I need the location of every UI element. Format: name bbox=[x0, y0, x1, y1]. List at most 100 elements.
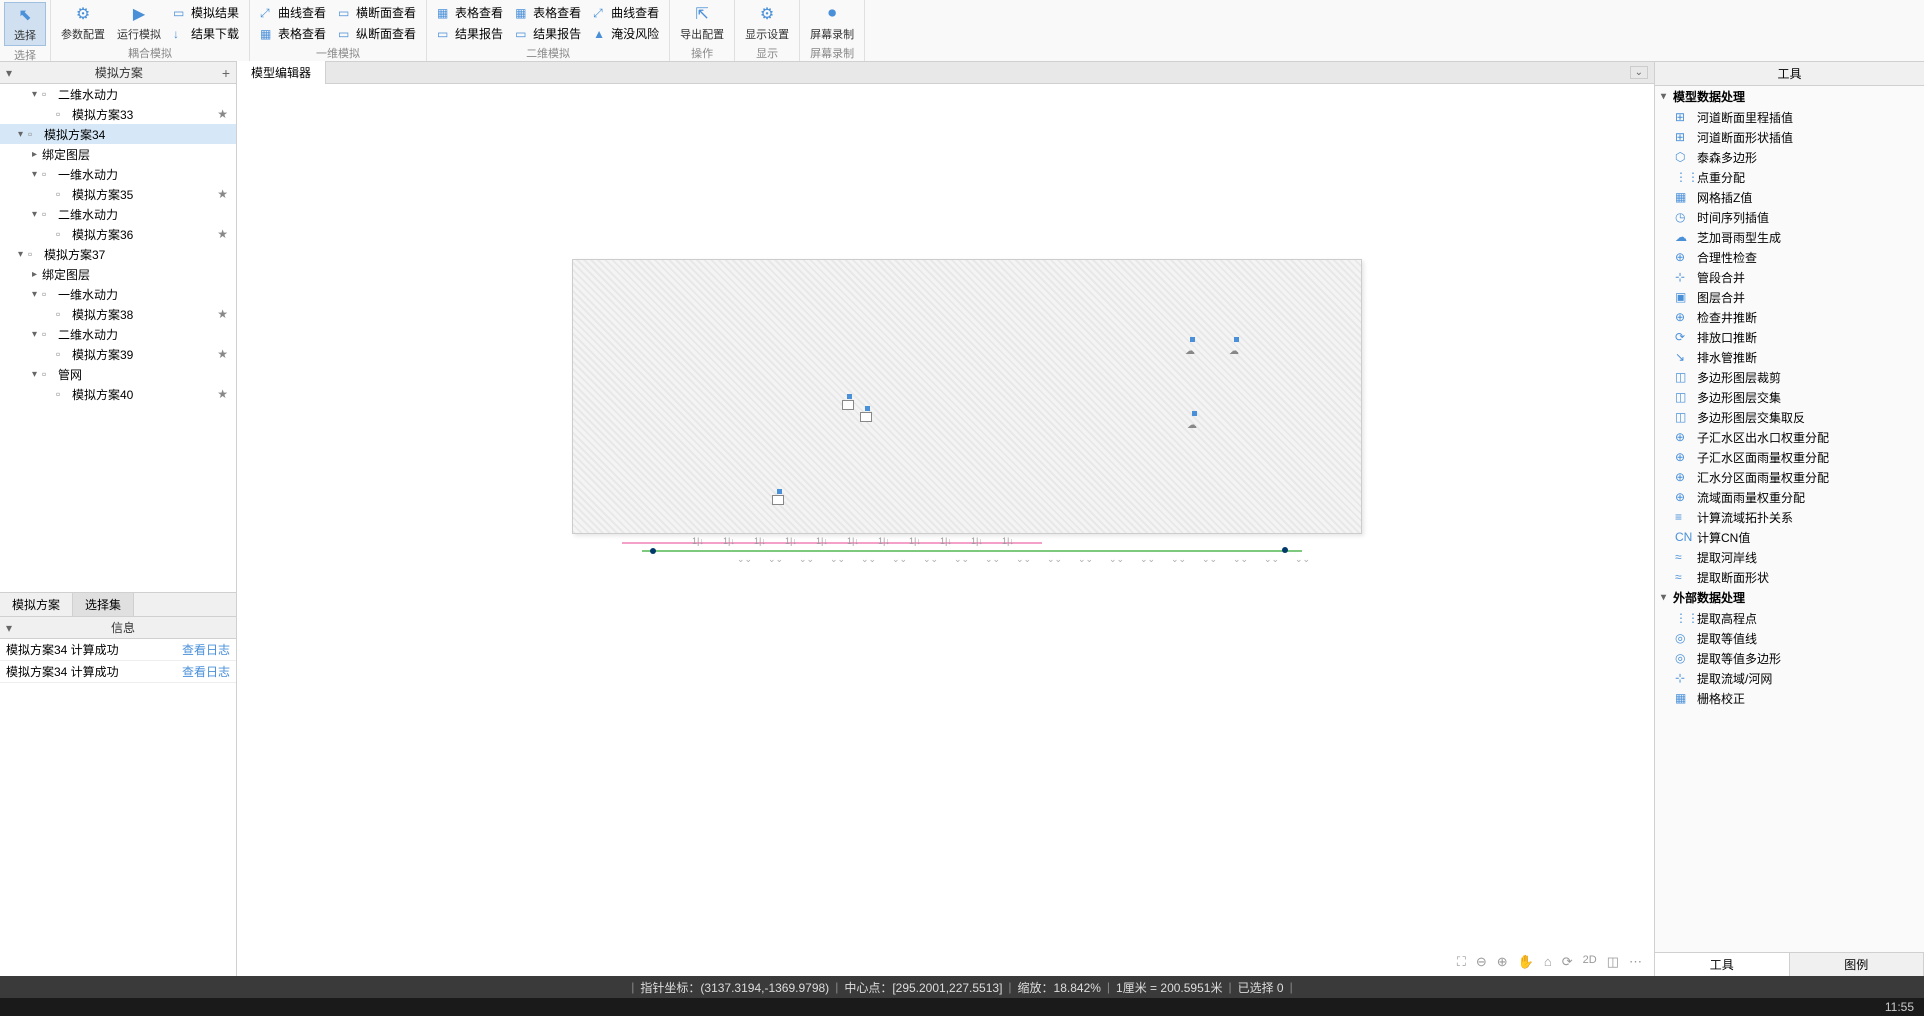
zoom-out-icon[interactable]: ⊖ bbox=[1476, 954, 1487, 970]
node-scheme-33[interactable]: ▫模拟方案33★ bbox=[0, 104, 236, 124]
result-report-2d-b[interactable]: ▭结果报告 bbox=[509, 23, 587, 44]
right-tab[interactable]: 工具 bbox=[1655, 953, 1790, 976]
tools-group-header[interactable]: ▾模型数据处理 bbox=[1655, 86, 1924, 107]
tree-expander-icon[interactable]: ▾ bbox=[32, 169, 42, 180]
star-icon[interactable]: ★ bbox=[217, 307, 228, 321]
node-scheme-35[interactable]: ▫模拟方案35★ bbox=[0, 184, 236, 204]
tool-poly-intersect[interactable]: ◫多边形图层交集 bbox=[1655, 387, 1924, 407]
node-2d-hydro-34[interactable]: ▾▫二维水动力 bbox=[0, 204, 236, 224]
tool-poly-diff[interactable]: ◫多边形图层交集取反 bbox=[1655, 407, 1924, 427]
tool-subcatch-rain[interactable]: ⊕子汇水区面雨量权重分配 bbox=[1655, 447, 1924, 467]
home-icon[interactable]: ⌂ bbox=[1544, 954, 1552, 970]
canvas-node[interactable]: ☁ bbox=[1187, 411, 1201, 425]
fit-extent-icon[interactable]: ⛶ bbox=[1457, 954, 1466, 970]
pan-icon[interactable]: ✋ bbox=[1518, 954, 1534, 970]
zoom-in-icon[interactable]: ⊕ bbox=[1497, 954, 1508, 970]
node-scheme-40[interactable]: ▫模拟方案40★ bbox=[0, 384, 236, 404]
tool-catchment-rain[interactable]: ⊕汇水分区面雨量权重分配 bbox=[1655, 467, 1924, 487]
tool-topology[interactable]: ≡计算流域拓扑关系 bbox=[1655, 507, 1924, 527]
scheme-tree[interactable]: ▾▫二维水动力▫模拟方案33★▾▫模拟方案34▸绑定图层▾▫一维水动力▫模拟方案… bbox=[0, 84, 236, 592]
canvas-node[interactable] bbox=[842, 394, 856, 408]
display-settings[interactable]: ⚙显示设置 bbox=[739, 2, 795, 44]
tool-pipe-merge[interactable]: ⊹管段合并 bbox=[1655, 267, 1924, 287]
node-scheme-37[interactable]: ▾▫模拟方案37 bbox=[0, 244, 236, 264]
tool-extract-basin[interactable]: ⊹提取流域/河网 bbox=[1655, 668, 1924, 688]
model-canvas[interactable]: ☁ ☁ ☁ 1|↓1|↓1|↓1|↓1|↓1|↓1|↓1|↓1|↓1|↓1|↓⌄… bbox=[237, 84, 1654, 976]
table-view-1d[interactable]: ▦表格查看 bbox=[254, 23, 332, 44]
tab-model-editor[interactable]: 模型编辑器 bbox=[237, 61, 326, 84]
layout-icon[interactable]: ◫ bbox=[1607, 954, 1619, 970]
star-icon[interactable]: ★ bbox=[217, 187, 228, 201]
tree-expander-icon[interactable]: ▸ bbox=[32, 269, 42, 280]
tree-expander-icon[interactable]: ▾ bbox=[18, 129, 28, 140]
tool-extract-elev[interactable]: ⋮⋮提取高程点 bbox=[1655, 608, 1924, 628]
tree-expander-icon[interactable]: ▾ bbox=[32, 89, 42, 100]
tool-extract-section[interactable]: ≈提取断面形状 bbox=[1655, 567, 1924, 587]
node-bind-layer-37[interactable]: ▸绑定图层 bbox=[0, 264, 236, 284]
screen-record[interactable]: ⏺屏幕录制 bbox=[804, 2, 860, 44]
left-tab[interactable]: 模拟方案 bbox=[0, 593, 73, 616]
export-config[interactable]: ⇱导出配置 bbox=[674, 2, 730, 44]
tool-point-redist[interactable]: ⋮⋮点重分配 bbox=[1655, 167, 1924, 187]
download-results[interactable]: ↓结果下载 bbox=[167, 23, 245, 44]
editor-dropdown-icon[interactable]: ⌄ bbox=[1630, 66, 1648, 79]
tool-chicago-rain[interactable]: ☁芝加哥雨型生成 bbox=[1655, 227, 1924, 247]
cross-section-view[interactable]: ▭横断面查看 bbox=[332, 2, 422, 23]
canvas-node[interactable] bbox=[860, 406, 874, 420]
tool-thiessen[interactable]: ⬡泰森多边形 bbox=[1655, 147, 1924, 167]
canvas-node[interactable] bbox=[772, 489, 786, 503]
view-log-link[interactable]: 查看日志 bbox=[182, 641, 230, 658]
tool-timeseries[interactable]: ◷时间序列插值 bbox=[1655, 207, 1924, 227]
node-1d-hydro-34[interactable]: ▾▫一维水动力 bbox=[0, 164, 236, 184]
more-icon[interactable]: ⋯ bbox=[1629, 954, 1642, 970]
select-tool[interactable]: ⬉选择 bbox=[4, 2, 46, 46]
tool-layer-merge[interactable]: ▣图层合并 bbox=[1655, 287, 1924, 307]
tool-extract-contour-poly[interactable]: ◎提取等值多边形 bbox=[1655, 648, 1924, 668]
tools-group-header[interactable]: ▾外部数据处理 bbox=[1655, 587, 1924, 608]
tool-basin-rain[interactable]: ⊕流域面雨量权重分配 bbox=[1655, 487, 1924, 507]
tree-expander-icon[interactable]: ▾ bbox=[32, 369, 42, 380]
view-log-link[interactable]: 查看日志 bbox=[182, 663, 230, 680]
sim-results[interactable]: ▭模拟结果 bbox=[167, 2, 245, 23]
view-2d-icon[interactable]: 2D bbox=[1583, 954, 1597, 970]
flood-risk[interactable]: ▲淹没风险 bbox=[587, 23, 665, 44]
tree-expander-icon[interactable]: ▾ bbox=[32, 329, 42, 340]
node-scheme-39[interactable]: ▫模拟方案39★ bbox=[0, 344, 236, 364]
tool-outfall-infer[interactable]: ⟳排放口推断 bbox=[1655, 327, 1924, 347]
curve-view-1d[interactable]: ⤢曲线查看 bbox=[254, 2, 332, 23]
tool-cn[interactable]: CN计算CN值 bbox=[1655, 527, 1924, 547]
tool-subcatch-outlet[interactable]: ⊕子汇水区出水口权重分配 bbox=[1655, 427, 1924, 447]
node-1d-hydro-37[interactable]: ▾▫一维水动力 bbox=[0, 284, 236, 304]
tool-raster-correct[interactable]: ▦栅格校正 bbox=[1655, 688, 1924, 708]
star-icon[interactable]: ★ bbox=[217, 227, 228, 241]
canvas-node[interactable]: ☁ bbox=[1185, 337, 1199, 351]
long-section-view[interactable]: ▭纵断面查看 bbox=[332, 23, 422, 44]
star-icon[interactable]: ★ bbox=[217, 387, 228, 401]
tool-extract-contour[interactable]: ◎提取等值线 bbox=[1655, 628, 1924, 648]
mesh-grid[interactable] bbox=[572, 259, 1362, 534]
collapse-arrow-icon[interactable]: ▾ bbox=[6, 621, 12, 635]
node-scheme-36[interactable]: ▫模拟方案36★ bbox=[0, 224, 236, 244]
left-tab[interactable]: 选择集 bbox=[73, 593, 134, 616]
node-pipe-37[interactable]: ▾▫管网 bbox=[0, 364, 236, 384]
star-icon[interactable]: ★ bbox=[217, 107, 228, 121]
tool-drain-infer[interactable]: ↘排水管推断 bbox=[1655, 347, 1924, 367]
result-report-2d[interactable]: ▭结果报告 bbox=[431, 23, 509, 44]
tree-expander-icon[interactable]: ▾ bbox=[32, 209, 42, 220]
tool-shape-interp[interactable]: ⊞河道断面形状插值 bbox=[1655, 127, 1924, 147]
tool-poly-clip[interactable]: ◫多边形图层裁剪 bbox=[1655, 367, 1924, 387]
right-tab[interactable]: 图例 bbox=[1790, 953, 1924, 976]
run-simulation[interactable]: ▶运行模拟 bbox=[111, 2, 167, 44]
tool-manhole-infer[interactable]: ⊕检查井推断 bbox=[1655, 307, 1924, 327]
tool-validity-check[interactable]: ⊕合理性检查 bbox=[1655, 247, 1924, 267]
tree-expander-icon[interactable]: ▾ bbox=[18, 249, 28, 260]
node-bind-layer-34[interactable]: ▸绑定图层 bbox=[0, 144, 236, 164]
star-icon[interactable]: ★ bbox=[217, 347, 228, 361]
tool-grid-z[interactable]: ▦网格插Z值 bbox=[1655, 187, 1924, 207]
canvas-node[interactable]: ☁ bbox=[1229, 337, 1243, 351]
table-view-2d[interactable]: ▦表格查看 bbox=[431, 2, 509, 23]
river-profile[interactable]: 1|↓1|↓1|↓1|↓1|↓1|↓1|↓1|↓1|↓1|↓1|↓⌄⌄⌄⌄⌄⌄⌄… bbox=[622, 542, 1302, 556]
table-view-2d-b[interactable]: ▦表格查看 bbox=[509, 2, 587, 23]
tree-expander-icon[interactable]: ▾ bbox=[32, 289, 42, 300]
node-2d-hydro-37[interactable]: ▾▫二维水动力 bbox=[0, 324, 236, 344]
